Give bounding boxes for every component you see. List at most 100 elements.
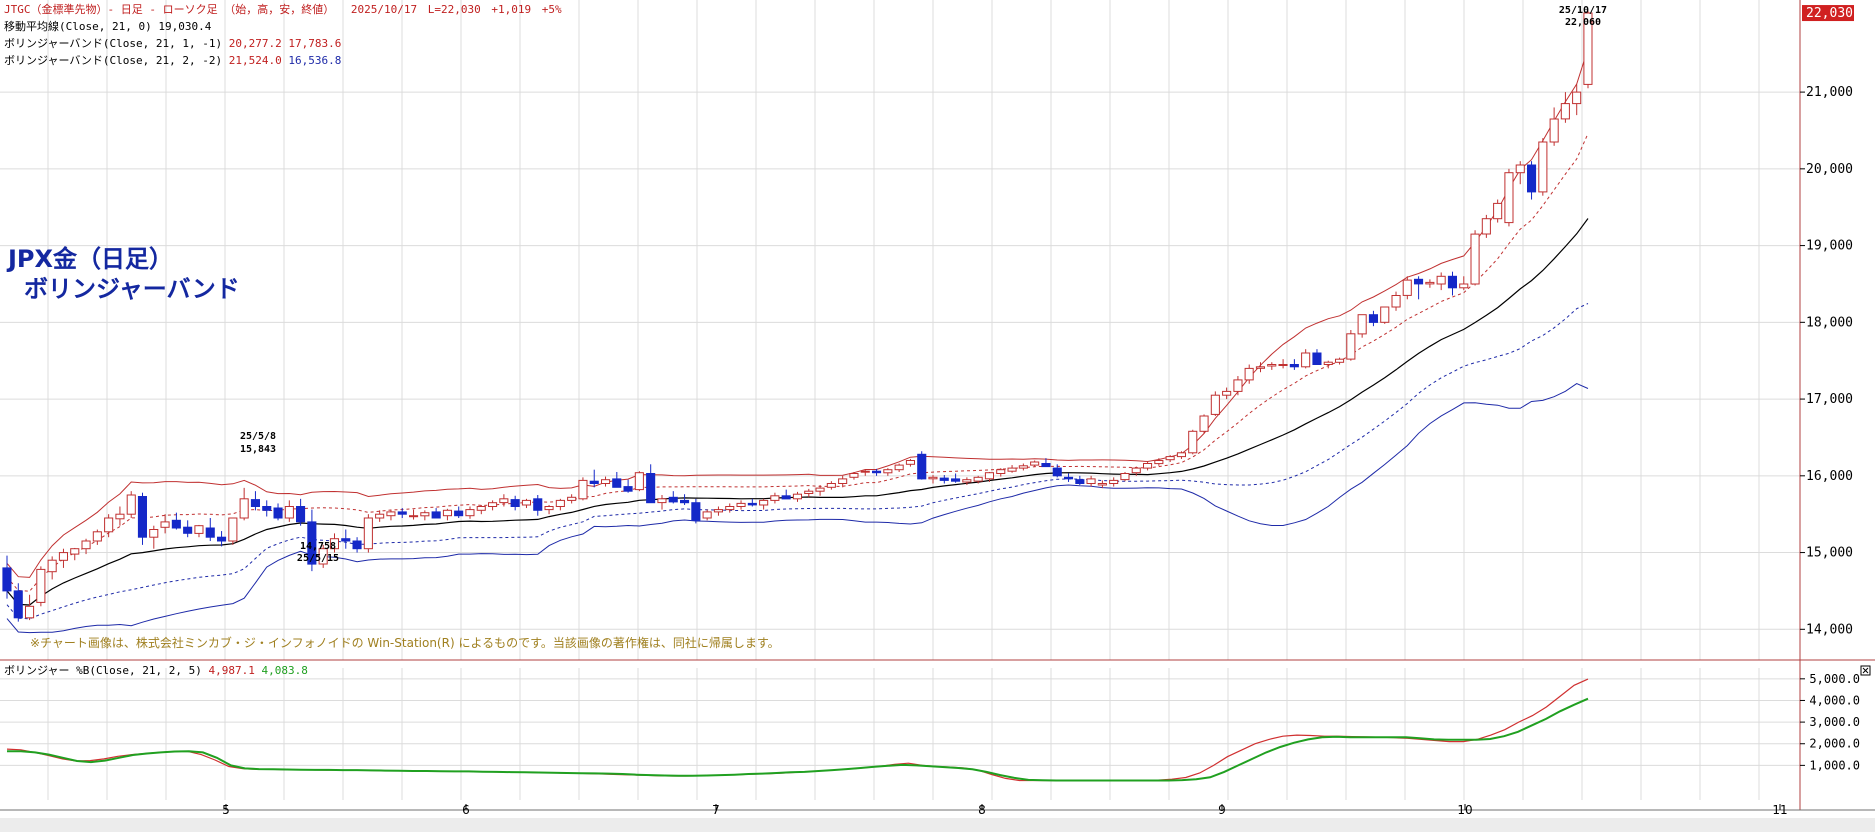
candle-body bbox=[488, 502, 498, 508]
candle-body bbox=[826, 483, 836, 488]
candle-body bbox=[1278, 364, 1288, 366]
candle-body bbox=[1549, 118, 1559, 143]
moving-average-line bbox=[6, 218, 1589, 606]
date-tick-label: 7 bbox=[712, 803, 720, 817]
candle-body bbox=[1120, 473, 1130, 481]
candle-body bbox=[894, 464, 904, 471]
candlesticks bbox=[2, 10, 1593, 622]
bb1-upper: 20,277.2 bbox=[228, 37, 282, 50]
candle-body bbox=[1222, 390, 1232, 396]
candle-body bbox=[1289, 364, 1299, 368]
candle-body bbox=[1459, 283, 1469, 289]
candle-body bbox=[239, 498, 249, 519]
candle-body bbox=[1402, 279, 1412, 296]
header-limit: +5% bbox=[541, 3, 562, 16]
date-tick-label: 9 bbox=[1218, 803, 1226, 817]
header-date: 2025/10/17 bbox=[350, 3, 418, 16]
candle-body bbox=[657, 498, 667, 504]
candle-body bbox=[205, 527, 215, 538]
candle-body bbox=[1267, 364, 1277, 367]
bb1-label: ボリンジャーバンド(Close, 21, 1, -1) bbox=[4, 37, 223, 50]
price-annotations: 25/5/8 15,843 14,75825/5/15 25/10/1722,060 bbox=[240, 5, 1607, 564]
price-tick-label: 16,000 bbox=[1806, 469, 1853, 484]
price-tick-label: 21,000 bbox=[1806, 85, 1853, 100]
candle-body bbox=[872, 470, 882, 474]
candle-body bbox=[375, 513, 385, 519]
candle-body bbox=[917, 453, 927, 480]
percent-b-tick-label: 3,000.0 bbox=[1809, 715, 1860, 729]
candle-body bbox=[1323, 361, 1333, 366]
candle-body bbox=[476, 506, 486, 511]
candle-body bbox=[431, 511, 441, 519]
candle-body bbox=[578, 479, 588, 500]
candle-body bbox=[1447, 275, 1458, 289]
candle-body bbox=[1199, 415, 1209, 432]
annotation-value: 14,758 bbox=[300, 541, 336, 552]
candle-body bbox=[1312, 352, 1322, 365]
candle-body bbox=[601, 479, 611, 485]
price-tick-label: 20,000 bbox=[1806, 162, 1853, 177]
candle-body bbox=[1538, 141, 1548, 193]
candle-body bbox=[47, 559, 57, 573]
date-tick-label: 8 bbox=[978, 803, 986, 817]
candle-body bbox=[792, 493, 803, 500]
header-change: +1,019 bbox=[491, 3, 532, 16]
candle-body bbox=[25, 605, 35, 619]
candle-body bbox=[70, 548, 80, 555]
candle-body bbox=[1572, 91, 1582, 105]
candle-body bbox=[217, 536, 227, 542]
candle-body bbox=[510, 499, 520, 508]
candle-body bbox=[1368, 314, 1379, 323]
candle-body bbox=[1255, 366, 1266, 369]
chart-frame bbox=[0, 0, 1875, 832]
candle-body bbox=[1414, 278, 1424, 285]
candle-body bbox=[194, 525, 204, 534]
candle-body bbox=[296, 506, 306, 523]
last-price-label: 22,030 bbox=[1806, 6, 1853, 21]
annotation-value: 15,843 bbox=[240, 444, 276, 455]
candle-body bbox=[725, 506, 735, 511]
candle-body bbox=[352, 540, 362, 550]
chart-canvas: 14,000 15,000 16,000 17,000 18,000 19,000 20,0… bbox=[0, 0, 1875, 832]
candle-body bbox=[883, 469, 893, 474]
symbol-label: JTGC（金標準先物）- 日足 - ローソク足 （始，高，安，終値） bbox=[4, 3, 335, 16]
candle-body bbox=[273, 507, 283, 519]
lower-panel-value2: 4,083.8 bbox=[261, 664, 308, 677]
candle-body bbox=[668, 496, 678, 503]
chart-title: JPX金（日足） ボリンジャーバンド bbox=[8, 244, 240, 304]
bb-upper-1sigma bbox=[6, 133, 1589, 592]
candle-body bbox=[544, 506, 554, 511]
candle-body bbox=[589, 480, 599, 485]
candle-body bbox=[1097, 483, 1107, 486]
candle-body bbox=[1515, 164, 1525, 174]
candle-body bbox=[2, 567, 12, 592]
header-line-symbol: JTGC（金標準先物）- 日足 - ローソク足 （始，高，安，終値） 2025/… bbox=[4, 2, 562, 17]
candle-body bbox=[928, 476, 938, 480]
annotation-date: 25/5/15 bbox=[297, 553, 339, 564]
candle-body bbox=[849, 473, 859, 478]
candle-body bbox=[838, 478, 848, 484]
candle-body bbox=[442, 509, 452, 517]
candle-body bbox=[137, 496, 147, 538]
price-tick-label: 17,000 bbox=[1806, 392, 1853, 407]
candle-body bbox=[939, 477, 949, 481]
price-tick-label: 19,000 bbox=[1806, 239, 1853, 254]
annotation-value: 22,060 bbox=[1565, 17, 1601, 28]
candle-body bbox=[1018, 465, 1028, 469]
candle-body bbox=[984, 472, 995, 480]
candle-body bbox=[962, 479, 972, 483]
candle-body bbox=[1357, 314, 1367, 335]
candle-body bbox=[499, 498, 509, 504]
candle-body bbox=[92, 531, 102, 542]
candle-body bbox=[1143, 463, 1153, 469]
candle-body bbox=[905, 460, 916, 465]
annotation-date: 25/10/17 bbox=[1559, 5, 1607, 16]
candle-body bbox=[713, 509, 724, 513]
header-line-bb1: ボリンジャーバンド(Close, 21, 1, -1) 20,277.2 17,… bbox=[4, 36, 341, 51]
candle-body bbox=[1210, 394, 1220, 415]
date-tick-label: 6 bbox=[462, 803, 470, 817]
price-axis: 14,000 15,000 16,000 17,000 18,000 19,000 20,0… bbox=[1800, 5, 1854, 637]
candle-body bbox=[1380, 306, 1390, 323]
candle-body bbox=[702, 511, 712, 519]
bb2-upper: 21,524.0 bbox=[228, 54, 282, 67]
